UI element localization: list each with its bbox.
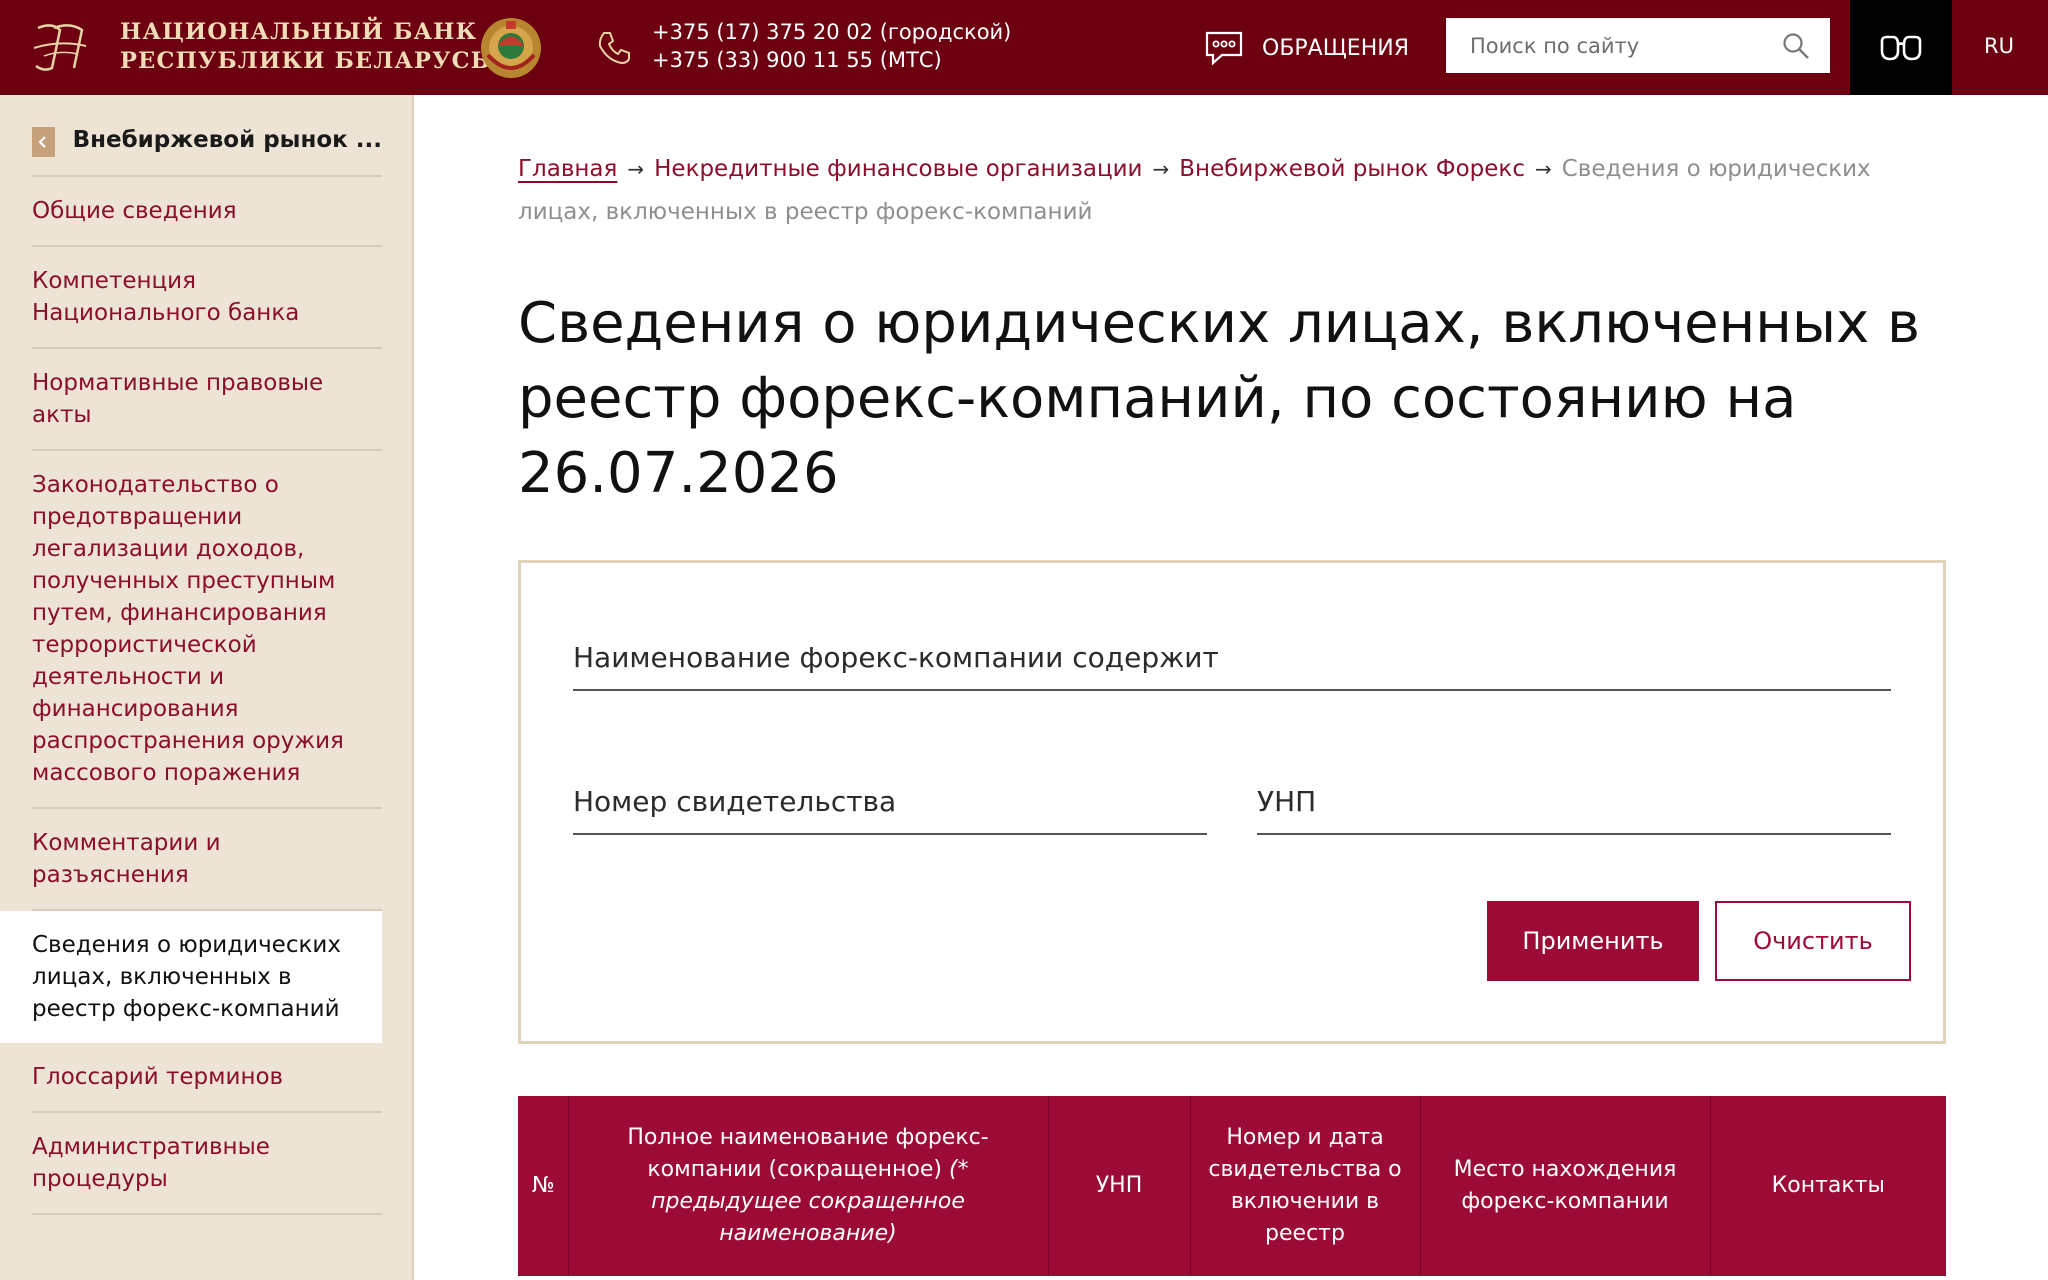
forex-register-table: № Полное наименование форекс-компании (с… bbox=[518, 1096, 1946, 1276]
apply-button[interactable]: Применить bbox=[1487, 901, 1699, 981]
column-header-number: № bbox=[518, 1096, 569, 1276]
sidebar-item-competence[interactable]: Компетенция Национального банка bbox=[32, 247, 382, 349]
accessibility-button[interactable] bbox=[1850, 0, 1952, 95]
column-header-location: Место нахождения форекс-компании bbox=[1420, 1096, 1711, 1276]
column-header-company-name: Полное наименование форекс-компании (сок… bbox=[568, 1096, 1049, 1276]
column-header-certificate: Номер и дата свидетельства о включении в… bbox=[1190, 1096, 1421, 1276]
bank-logo-icon[interactable] bbox=[30, 22, 90, 74]
site-header: НАЦИОНАЛЬНЫЙ БАНК РЕСПУБЛИКИ БЕЛАРУСЬ +3… bbox=[0, 0, 2048, 95]
sidebar-title: Внебиржевой рынок ... bbox=[72, 127, 382, 153]
bank-name-line1: НАЦИОНАЛЬНЫЙ БАНК bbox=[120, 19, 478, 45]
sidebar-item-comments[interactable]: Комментарии и разъяснения bbox=[32, 809, 382, 911]
company-name-field bbox=[573, 641, 1891, 691]
certificate-number-field bbox=[573, 785, 1207, 835]
bank-name[interactable]: НАЦИОНАЛЬНЫЙ БАНК РЕСПУБЛИКИ БЕЛАРУСЬ bbox=[120, 18, 490, 76]
company-name-header-text: Полное наименование форекс-компании (сок… bbox=[627, 1125, 989, 1182]
appeals-label: ОБРАЩЕНИЯ bbox=[1262, 35, 1409, 61]
breadcrumb-separator: → bbox=[1534, 157, 1552, 181]
language-switch[interactable]: RU bbox=[1964, 34, 2034, 58]
breadcrumb-nonbank-orgs[interactable]: Некредитные финансовые организации bbox=[654, 156, 1142, 182]
filter-panel: Применить Очистить bbox=[518, 560, 1946, 1044]
sidebar-item-aml-legislation[interactable]: Законодательство о предотвращении легали… bbox=[32, 451, 382, 809]
column-header-unp: УНП bbox=[1048, 1096, 1191, 1276]
phone-mobile[interactable]: +375 (33) 900 11 55 (МТС) bbox=[652, 46, 1011, 74]
table-header-row: № Полное наименование форекс-компании (с… bbox=[518, 1096, 1946, 1276]
sidebar-item-forex-register[interactable]: Сведения о юридических лицах, включенных… bbox=[0, 911, 382, 1043]
search-icon[interactable] bbox=[1782, 32, 1810, 60]
clear-button[interactable]: Очистить bbox=[1715, 901, 1911, 981]
sidebar-nav: Общие сведения Компетенция Национального… bbox=[0, 177, 382, 1215]
page-title: Сведения о юридических лицах, включенных… bbox=[518, 291, 1921, 506]
phone-numbers: +375 (17) 375 20 02 (городской) +375 (33… bbox=[652, 18, 1011, 74]
chat-bubble-icon bbox=[1205, 31, 1243, 66]
breadcrumb: Главная → Некредитные финансовые организац… bbox=[518, 148, 1948, 234]
bank-name-line2: РЕСПУБЛИКИ БЕЛАРУСЬ bbox=[120, 48, 491, 74]
glasses-icon bbox=[1880, 35, 1922, 60]
breadcrumb-forex-market[interactable]: Внебиржевой рынок Форекс bbox=[1179, 156, 1525, 182]
appeals-link[interactable]: ОБРАЩЕНИЯ bbox=[1204, 28, 1409, 68]
sidebar: Внебиржевой рынок ... Общие сведения Ком… bbox=[0, 95, 414, 1280]
unp-input[interactable] bbox=[1257, 785, 1891, 832]
unp-field bbox=[1257, 785, 1891, 835]
breadcrumb-home[interactable]: Главная bbox=[518, 156, 617, 182]
sidebar-item-glossary[interactable]: Глоссарий терминов bbox=[32, 1043, 382, 1113]
breadcrumb-separator: → bbox=[627, 157, 645, 181]
sidebar-header: Внебиржевой рынок ... bbox=[32, 111, 382, 177]
sidebar-item-legal-acts[interactable]: Нормативные правовые акты bbox=[32, 349, 382, 451]
sidebar-item-admin-procedures[interactable]: Административные процедуры bbox=[32, 1113, 382, 1215]
phone-city[interactable]: +375 (17) 375 20 02 (городской) bbox=[652, 18, 1011, 46]
site-search bbox=[1446, 18, 1830, 73]
phone-icon bbox=[598, 32, 630, 65]
column-header-contacts: Контакты bbox=[1710, 1096, 1946, 1276]
search-input[interactable] bbox=[1446, 18, 1766, 73]
breadcrumb-separator: → bbox=[1152, 157, 1170, 181]
certificate-number-input[interactable] bbox=[573, 785, 1207, 832]
sidebar-item-general[interactable]: Общие сведения bbox=[32, 177, 382, 247]
company-name-input[interactable] bbox=[573, 641, 1891, 688]
chevron-left-icon bbox=[38, 136, 47, 148]
back-button[interactable] bbox=[32, 127, 55, 157]
state-emblem-icon bbox=[481, 18, 541, 78]
